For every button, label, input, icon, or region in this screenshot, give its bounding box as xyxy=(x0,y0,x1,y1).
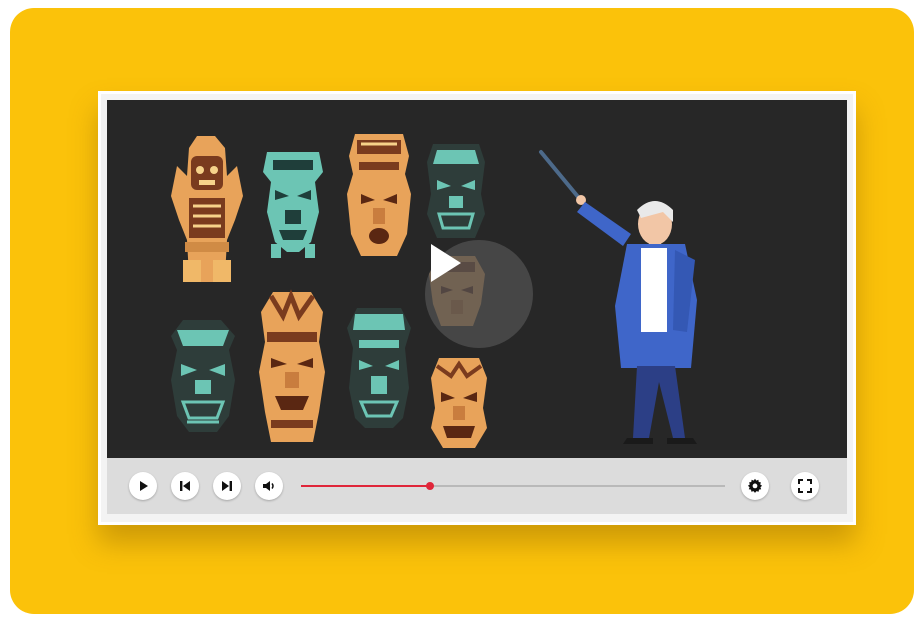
center-play-button[interactable] xyxy=(425,240,533,348)
mask-5 xyxy=(171,320,235,432)
progress-bar[interactable] xyxy=(301,482,725,490)
next-button[interactable] xyxy=(213,472,241,500)
mask-3 xyxy=(347,134,411,256)
mask-9 xyxy=(431,358,487,448)
mask-1 xyxy=(171,136,243,282)
skip-previous-icon xyxy=(180,481,190,491)
skip-next-icon xyxy=(222,481,232,491)
fullscreen-icon xyxy=(798,479,812,493)
mask-7 xyxy=(347,308,411,428)
progress-handle[interactable] xyxy=(426,482,435,490)
volume-button[interactable] xyxy=(255,472,283,500)
previous-button[interactable] xyxy=(171,472,199,500)
presenter-with-pointer xyxy=(539,150,697,444)
fullscreen-button[interactable] xyxy=(791,472,819,500)
video-player xyxy=(98,91,856,525)
mask-6 xyxy=(259,289,325,442)
play-icon xyxy=(431,244,461,282)
mask-4 xyxy=(427,144,485,238)
settings-button[interactable] xyxy=(741,472,769,500)
volume-icon xyxy=(263,481,274,491)
play-icon xyxy=(140,481,148,491)
mask-2 xyxy=(263,152,323,258)
video-screen[interactable] xyxy=(107,100,847,458)
control-bar xyxy=(107,458,847,514)
progress-played xyxy=(301,485,431,487)
play-button[interactable] xyxy=(129,472,157,500)
yellow-background xyxy=(10,8,914,614)
gear-icon xyxy=(747,478,763,493)
